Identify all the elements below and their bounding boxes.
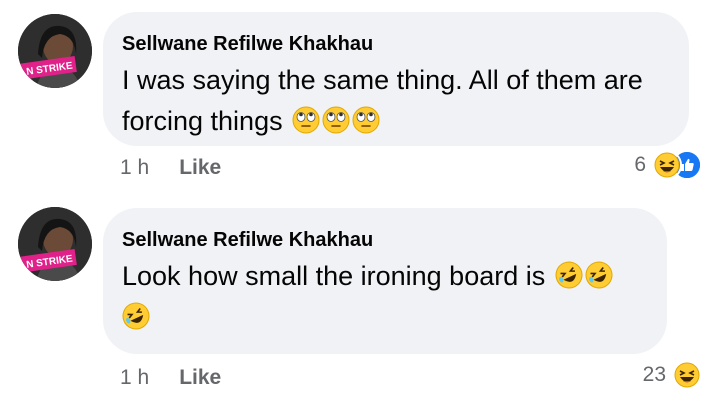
comment-author[interactable]: Sellwane Refilwe Khakhau (122, 32, 667, 56)
comment-meta: 1 h Like (120, 366, 221, 390)
comment-bubble: Sellwane Refilwe Khakhau I was saying th… (103, 12, 689, 146)
rofl-emoji-icon (122, 302, 150, 330)
avatar[interactable]: N STRIKE (18, 14, 92, 88)
like-button[interactable]: Like (179, 156, 221, 180)
comment-author[interactable]: Sellwane Refilwe Khakhau (122, 228, 645, 252)
rolling-eyes-emoji-icon (352, 106, 380, 134)
reaction-summary[interactable]: 6 (634, 150, 702, 180)
comment-meta: 1 h Like (120, 156, 221, 180)
avatar[interactable]: N STRIKE (18, 207, 92, 281)
comment-timestamp[interactable]: 1 h (120, 366, 149, 390)
reaction-summary[interactable]: 23 (643, 360, 702, 390)
comment-bubble: Sellwane Refilwe Khakhau Look how small … (103, 208, 667, 354)
comment-timestamp[interactable]: 1 h (120, 156, 149, 180)
comment-text: Look how small the ironing board is (122, 256, 645, 338)
laughing-reaction-icon (672, 360, 702, 390)
rolling-eyes-emoji-icon (322, 106, 350, 134)
rofl-emoji-icon (585, 261, 613, 289)
reaction-count: 6 (634, 153, 646, 176)
comment-text-line1: Look how small the ironing board is (122, 261, 546, 291)
reaction-count: 23 (642, 363, 666, 386)
rofl-emoji-icon (555, 261, 583, 289)
like-button[interactable]: Like (179, 366, 221, 390)
comment-text-line1: I was saying the same thing. All of them… (122, 65, 643, 95)
laughing-reaction-icon (652, 150, 682, 180)
rolling-eyes-emoji-icon (292, 106, 320, 134)
comment-text: I was saying the same thing. All of them… (122, 60, 667, 142)
comment-text-line2: forcing things (122, 106, 283, 136)
